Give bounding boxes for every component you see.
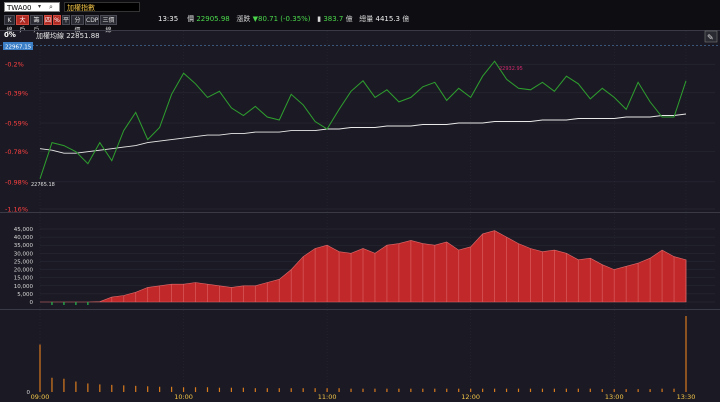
price-tick-label: -0.39% [5,89,28,97]
lower-bars [39,316,687,392]
low-label: 22765.18 [31,182,55,188]
volume-tick-label: 30,000 [14,251,34,257]
volume-tick-label: 5,000 [17,292,33,298]
volume-tick-label: 0 [30,300,34,306]
pencil-icon[interactable]: ✎ [704,30,718,43]
avg-legend: 加權均線 22851.88 [36,31,100,40]
avg-line [39,113,687,154]
volume-tick-label: 15,000 [14,276,34,282]
price-lines [39,60,687,179]
grid-lines [0,30,720,395]
time-tick-label: 13:00 [605,393,624,401]
volume-tick-label: 35,000 [14,243,34,249]
intraday-chart[interactable]: -0.2% -0.39% -0.59% -0.78% -0.98% -1.16% 45,0… [0,0,720,402]
time-tick-label: 11:00 [318,393,337,401]
volume-tick-label: 25,000 [14,259,34,265]
time-tick-label: 10:00 [174,393,193,401]
volume-tick-label: 45,000 [14,227,34,233]
price-line [39,60,687,179]
volume-tick-label: 20,000 [14,268,34,274]
volume-tick-label: 10,000 [14,284,34,290]
volume-tick-label: 40,000 [14,235,34,241]
volume-area [40,230,687,305]
price-tick-label: -1.16% [5,206,28,214]
high-label: 22932.95 [499,66,523,72]
time-tick-label: 09:00 [31,393,50,401]
price-tick-label: -0.59% [5,120,28,128]
ref-badge: 22967.15 [5,45,32,51]
price-tick-label: -0.2% [5,61,24,69]
svg-text:✎: ✎ [707,33,714,42]
price-tick-label: -0.98% [5,178,28,186]
x-axis: 09:00 10:00 11:00 12:00 13:00 13:30 [31,393,696,401]
time-tick-label: 12:00 [461,393,480,401]
top-percent: 0% [4,31,16,39]
price-axis: -0.2% -0.39% -0.59% -0.78% -0.98% -1.16% [5,61,28,214]
time-tick-label: 13:30 [677,393,696,401]
volume-axis: 45,000 40,000 35,000 30,000 25,000 20,000 15,0… [14,227,34,306]
price-tick-label: -0.78% [5,148,28,156]
